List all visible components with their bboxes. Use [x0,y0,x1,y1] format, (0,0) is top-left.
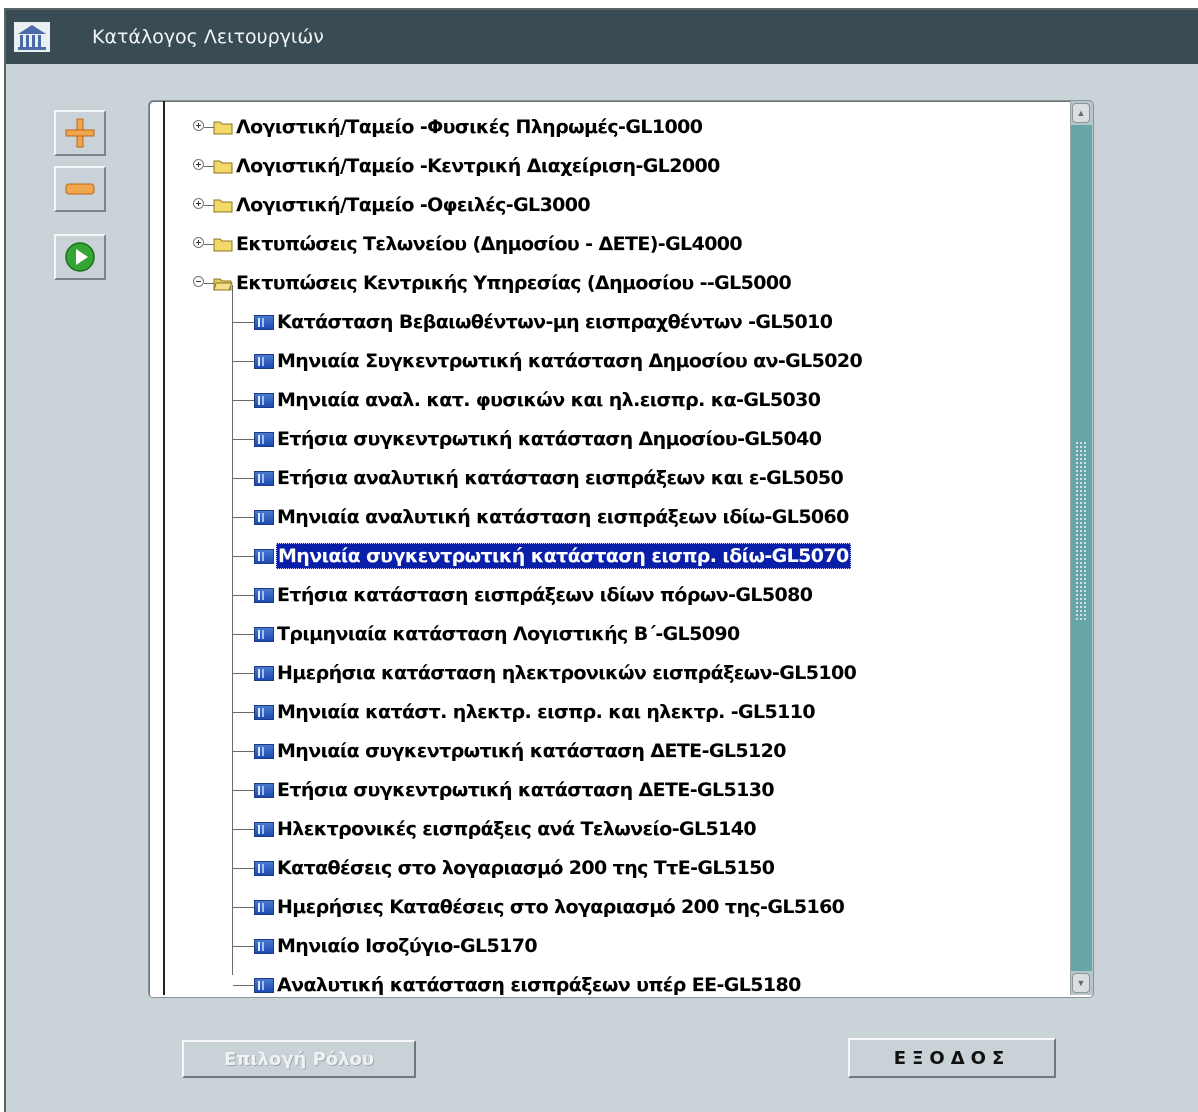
form-icon [254,627,274,642]
tree-item[interactable]: Μηνιαία αναλυτική κατάσταση εισπράξεων ι… [149,501,1069,535]
form-icon [254,705,274,720]
plus-icon [65,118,95,148]
tree-item-label[interactable]: Μηνιαία αναλ. κατ. φυσικών και ηλ.εισπρ.… [276,389,821,411]
folder-icon [213,118,233,135]
form-icon [254,900,274,915]
tree-item[interactable]: Ετήσια κατάσταση εισπράξεων ιδίων πόρων-… [149,579,1069,613]
tree-folder-label[interactable]: Λογιστική/Ταμείο -Φυσικές Πληρωμές-GL100… [235,116,703,138]
tree-item[interactable]: Ετήσια συγκεντρωτική κατάσταση Δημοσίου-… [149,423,1069,457]
form-icon [254,393,274,408]
folder-icon [213,235,233,252]
tree-folder[interactable]: Εκτυπώσεις Τελωνείου (Δημοσίου - ΔΕΤΕ)-G… [149,228,1069,262]
folder-icon [213,157,233,174]
function-tree: Λογιστική/Ταμείο -Φυσικές Πληρωμές-GL100… [148,100,1094,998]
tree-folder[interactable]: Λογιστική/Ταμείο -Οφειλές-GL3000 [149,189,1069,223]
window-title: Κατάλογος Λειτουργιών [92,26,324,48]
form-icon [254,510,274,525]
tree-item[interactable]: Μηνιαία συγκεντρωτική κατάσταση εισπρ. ι… [149,540,1069,574]
tree-item-label[interactable]: Ημερήσιες Καταθέσεις στο λογαριασμό 200 … [276,896,845,918]
expand-icon[interactable] [193,120,204,131]
tree-item-label[interactable]: Ετήσια αναλυτική κατάσταση εισπράξεων κα… [276,467,844,489]
tree-item[interactable]: Μηνιαία συγκεντρωτική κατάσταση ΔΕΤΕ-GL5… [149,735,1069,769]
tree-item[interactable]: Τριμηνιαία κατάσταση Λογιστικής Β΄-GL509… [149,618,1069,652]
play-icon [65,242,95,272]
tree-item[interactable]: Μηνιαίο Ισοζύγιο-GL5170 [149,930,1069,964]
tree-item[interactable]: Μηνιαία αναλ. κατ. φυσικών και ηλ.εισπρ.… [149,384,1069,418]
tree-item-label[interactable]: Ετήσια συγκεντρωτική κατάσταση Δημοσίου-… [276,428,822,450]
app-window: Κατάλογος Λειτουργιών Λογιστική/Ταμείο -… [4,8,1198,1112]
form-icon [254,549,274,564]
scroll-up-button[interactable]: ▲ [1072,103,1090,123]
tree-item-label[interactable]: Μηνιαίο Ισοζύγιο-GL5170 [276,935,538,957]
tree-folder-label[interactable]: Εκτυπώσεις Τελωνείου (Δημοσίου - ΔΕΤΕ)-G… [235,233,743,255]
form-icon [254,354,274,369]
tree-item-label[interactable]: Μηνιαία συγκεντρωτική κατάσταση εισπρ. ι… [276,543,851,569]
form-icon [254,666,274,681]
scroll-down-button[interactable]: ▼ [1072,973,1090,993]
expand-all-button[interactable] [54,110,106,156]
form-icon [254,783,274,798]
form-icon [254,978,274,993]
tree-item-label[interactable]: Μηνιαία κατάστ. ηλεκτρ. εισπρ. και ηλεκτ… [276,701,816,723]
expand-icon[interactable] [193,159,204,170]
tree-item-label[interactable]: Τριμηνιαία κατάσταση Λογιστικής Β΄-GL509… [276,623,741,645]
form-icon [254,588,274,603]
tree-folder[interactable]: Εκτυπώσεις Κεντρικής Υπηρεσίας (Δημοσίου… [149,267,1069,301]
form-icon [254,939,274,954]
tree-item-label[interactable]: Κατάσταση Βεβαιωθέντων-μη εισπραχθέντων … [276,311,833,333]
tree-folder-label[interactable]: Εκτυπώσεις Κεντρικής Υπηρεσίας (Δημοσίου… [235,272,792,294]
tree-item[interactable]: Ηλεκτρονικές εισπράξεις ανά Τελωνείο-GL5… [149,813,1069,847]
app-logo-icon [14,22,50,52]
folder-open-icon [213,274,233,291]
minus-icon [65,183,95,195]
vertical-scrollbar[interactable]: ▲ ▼ [1070,101,1093,995]
tree-item[interactable]: Κατάσταση Βεβαιωθέντων-μη εισπραχθέντων … [149,306,1069,340]
form-icon [254,432,274,447]
collapse-icon[interactable] [193,276,204,287]
tree-item[interactable]: Μηνιαία Συγκεντρωτική κατάσταση Δημοσίου… [149,345,1069,379]
tree-folder-label[interactable]: Λογιστική/Ταμείο -Οφειλές-GL3000 [235,194,591,216]
expand-icon[interactable] [193,237,204,248]
tree-item[interactable]: Ημερήσια κατάσταση ηλεκτρονικών εισπράξε… [149,657,1069,691]
exit-button[interactable]: ΕΞΟΔΟΣ [848,1038,1056,1078]
tree-item-label[interactable]: Ηλεκτρονικές εισπράξεις ανά Τελωνείο-GL5… [276,818,757,840]
tree-item-label[interactable]: Ετήσια κατάσταση εισπράξεων ιδίων πόρων-… [276,584,813,606]
folder-icon [213,196,233,213]
tree-item[interactable]: Καταθέσεις στο λογαριασμό 200 της ΤτΕ-GL… [149,852,1069,886]
tree-item-label[interactable]: Καταθέσεις στο λογαριασμό 200 της ΤτΕ-GL… [276,857,775,879]
tree-item[interactable]: Μηνιαία κατάστ. ηλεκτρ. εισπρ. και ηλεκτ… [149,696,1069,730]
expand-icon[interactable] [193,198,204,209]
tree-item-label[interactable]: Ετήσια συγκεντρωτική κατάσταση ΔΕΤΕ-GL51… [276,779,775,801]
form-icon [254,861,274,876]
tree-item[interactable]: Αναλυτική κατάσταση εισπράξεων υπέρ ΕΕ-G… [149,969,1069,997]
form-icon [254,471,274,486]
title-bar: Κατάλογος Λειτουργιών [6,10,1198,64]
tree-folder[interactable]: Λογιστική/Ταμείο -Φυσικές Πληρωμές-GL100… [149,111,1069,145]
tree-item[interactable]: Ετήσια αναλυτική κατάσταση εισπράξεων κα… [149,462,1069,496]
tree-item-label[interactable]: Μηνιαία Συγκεντρωτική κατάσταση Δημοσίου… [276,350,863,372]
tree-item[interactable]: Ημερήσιες Καταθέσεις στο λογαριασμό 200 … [149,891,1069,925]
collapse-all-button[interactable] [54,166,106,212]
form-icon [254,315,274,330]
tree-item[interactable]: Ετήσια συγκεντρωτική κατάσταση ΔΕΤΕ-GL51… [149,774,1069,808]
run-button[interactable] [54,234,106,280]
form-icon [254,822,274,837]
role-select-button[interactable]: Επιλογή Ρόλου [182,1040,416,1078]
tree-item-label[interactable]: Αναλυτική κατάσταση εισπράξεων υπέρ ΕΕ-G… [276,974,802,996]
tree-folder[interactable]: Λογιστική/Ταμείο -Κεντρική Διαχείριση-GL… [149,150,1069,184]
scroll-thumb[interactable] [1071,125,1092,221]
scroll-grip [1075,441,1087,621]
tree-item-label[interactable]: Μηνιαία συγκεντρωτική κατάσταση ΔΕΤΕ-GL5… [276,740,787,762]
tree-item-label[interactable]: Ημερήσια κατάσταση ηλεκτρονικών εισπράξε… [276,662,857,684]
tree-folder-label[interactable]: Λογιστική/Ταμείο -Κεντρική Διαχείριση-GL… [235,155,721,177]
form-icon [254,744,274,759]
tree-item-label[interactable]: Μηνιαία αναλυτική κατάσταση εισπράξεων ι… [276,506,850,528]
